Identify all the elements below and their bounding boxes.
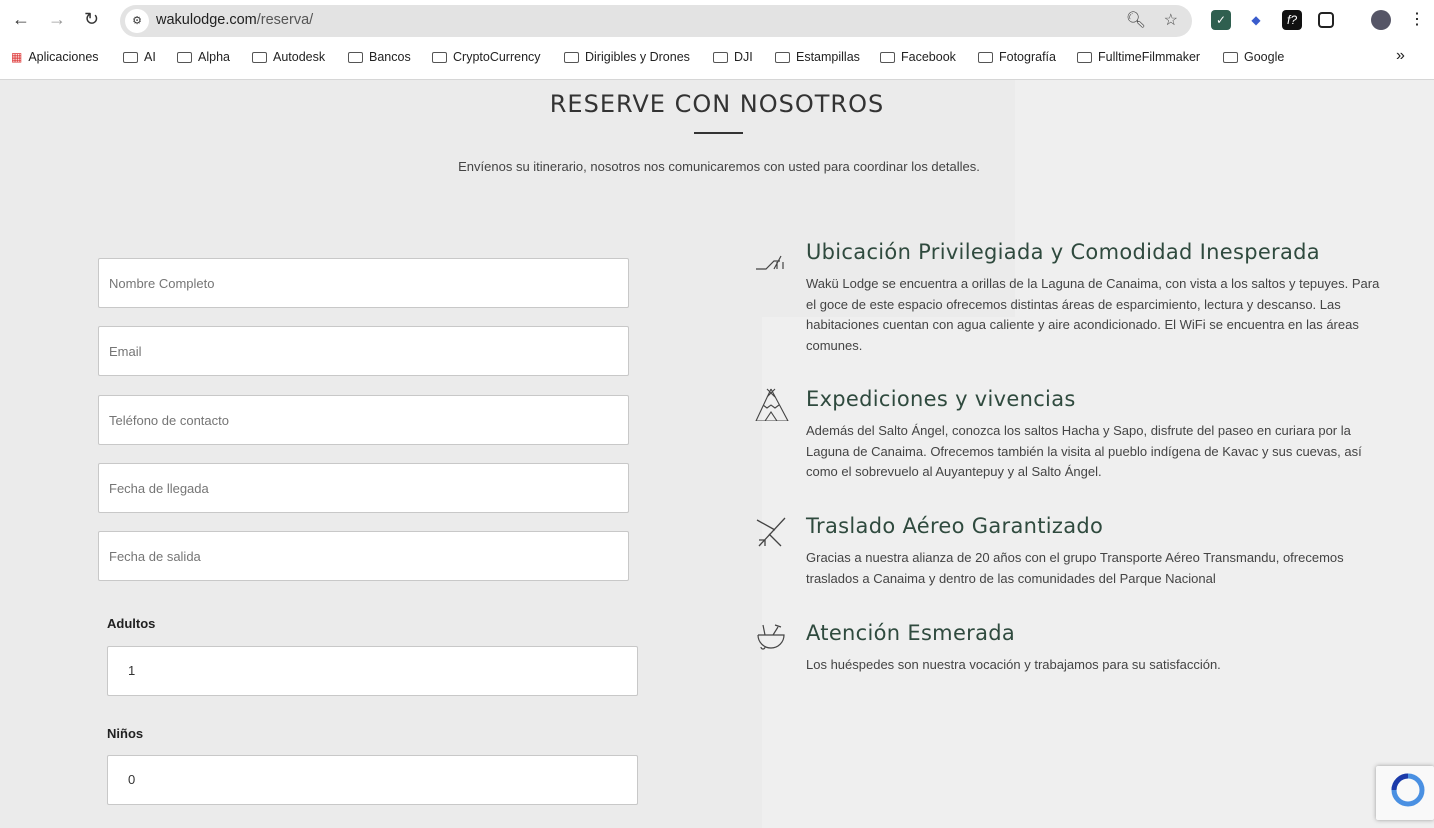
page-subtitle: Envíenos su itinerario, nosotros nos com… xyxy=(458,159,980,174)
bookmark-folder[interactable]: AI xyxy=(123,50,156,64)
tent-icon xyxy=(755,388,789,421)
folder-icon xyxy=(978,51,993,63)
bookmark-folder[interactable]: Autodesk xyxy=(252,50,325,64)
email-input[interactable] xyxy=(98,326,629,376)
lounge-chair-icon xyxy=(756,255,784,270)
profile-avatar[interactable] xyxy=(1371,10,1391,30)
bookmark-folder[interactable]: Google xyxy=(1223,50,1284,64)
bookmark-folder[interactable]: Dirigibles y Drones xyxy=(564,50,690,64)
folder-icon xyxy=(1077,51,1092,63)
feature-title: Expediciones y vivencias xyxy=(806,387,1076,411)
children-input[interactable]: 0 xyxy=(107,755,638,805)
back-icon[interactable]: ← xyxy=(12,9,30,30)
feature-text: Wakü Lodge se encuentra a orillas de la … xyxy=(806,276,1380,353)
folder-icon xyxy=(432,51,447,63)
bookmark-folder[interactable]: CryptoCurrency xyxy=(432,50,541,64)
bookmark-folder[interactable]: Bancos xyxy=(348,50,411,64)
feature-attention: Atención Esmerada Los huéspedes son nues… xyxy=(755,621,1395,676)
bookmark-folder[interactable]: FulltimeFilmmaker xyxy=(1077,50,1200,64)
bookmark-star-icon[interactable]: ☆ xyxy=(1164,10,1178,30)
reservation-page: RESERVE CON NOSOTROS Envíenos su itinera… xyxy=(0,80,1434,828)
feature-text: Además del Salto Ángel, conozca los salt… xyxy=(806,423,1362,479)
extension-tag-icon[interactable]: ◆ xyxy=(1246,10,1266,30)
bookmark-folder[interactable]: Alpha xyxy=(177,50,230,64)
airplane-icon xyxy=(756,517,786,547)
folder-icon xyxy=(123,51,138,63)
browser-chrome: ← → ↻ ⚙ wakulodge.com/reserva/ 🔍︎ ☆ ✓ ◆ … xyxy=(0,0,1434,80)
folder-icon xyxy=(177,51,192,63)
full-name-input[interactable] xyxy=(98,258,629,308)
recaptcha-icon xyxy=(1391,773,1425,807)
apps-grid-icon: ▦ xyxy=(11,50,23,64)
bookmark-folder[interactable]: Estampillas xyxy=(775,50,860,64)
bookmark-folder[interactable]: DJI xyxy=(713,50,753,64)
reload-icon[interactable]: ↻ xyxy=(84,9,99,30)
feature-air-transfer: Traslado Aéreo Garantizado Gracias a nue… xyxy=(755,514,1395,589)
departure-date-input[interactable] xyxy=(98,531,629,581)
bookmark-apps[interactable]: ▦ Aplicaciones xyxy=(11,50,99,64)
feature-title: Traslado Aéreo Garantizado xyxy=(806,514,1104,538)
url-host: wakulodge.com xyxy=(156,12,257,28)
bookmark-folder[interactable]: Fotografía xyxy=(978,50,1056,64)
recaptcha-badge[interactable] xyxy=(1376,766,1434,820)
feature-location: Ubicación Privilegiada y Comodidad Inesp… xyxy=(755,240,1395,356)
cocktail-icon xyxy=(757,624,785,650)
more-bookmarks-button[interactable]: » xyxy=(1396,47,1405,65)
page-title: RESERVE CON NOSOTROS xyxy=(549,90,885,118)
extension-font-icon[interactable]: f? xyxy=(1282,10,1302,30)
feature-text: Los huéspedes son nuestra vocación y tra… xyxy=(806,657,1221,672)
children-label: Niños xyxy=(107,726,144,741)
folder-icon xyxy=(252,51,267,63)
folder-icon xyxy=(348,51,363,63)
extension-check-icon[interactable]: ✓ xyxy=(1211,10,1231,30)
feature-title: Ubicación Privilegiada y Comodidad Inesp… xyxy=(806,240,1320,264)
phone-input[interactable] xyxy=(98,395,629,445)
folder-icon xyxy=(713,51,728,63)
url-path: /reserva/ xyxy=(256,12,314,28)
feature-text: Gracias a nuestra alianza de 20 años con… xyxy=(806,550,1344,586)
folder-icon xyxy=(564,51,579,63)
folder-icon xyxy=(1223,51,1238,63)
adults-label: Adultos xyxy=(107,616,156,631)
extensions-puzzle-icon[interactable] xyxy=(1318,12,1334,28)
address-bar[interactable]: ⚙ wakulodge.com/reserva/ 🔍︎ ☆ xyxy=(120,5,1192,37)
zoom-icon[interactable]: 🔍︎ xyxy=(1126,10,1146,30)
adults-input[interactable]: 1 xyxy=(107,646,638,696)
site-settings-icon[interactable]: ⚙ xyxy=(125,9,149,33)
bookmark-folder[interactable]: Facebook xyxy=(880,50,956,64)
menu-kebab-icon[interactable]: ⋮ xyxy=(1407,10,1427,30)
title-divider xyxy=(694,132,743,134)
feature-expeditions: Expediciones y vivencias Además del Salt… xyxy=(755,387,1395,483)
forward-icon[interactable]: → xyxy=(48,9,66,30)
feature-title: Atención Esmerada xyxy=(806,621,1016,645)
arrival-date-input[interactable] xyxy=(98,463,629,513)
folder-icon xyxy=(880,51,895,63)
folder-icon xyxy=(775,51,790,63)
